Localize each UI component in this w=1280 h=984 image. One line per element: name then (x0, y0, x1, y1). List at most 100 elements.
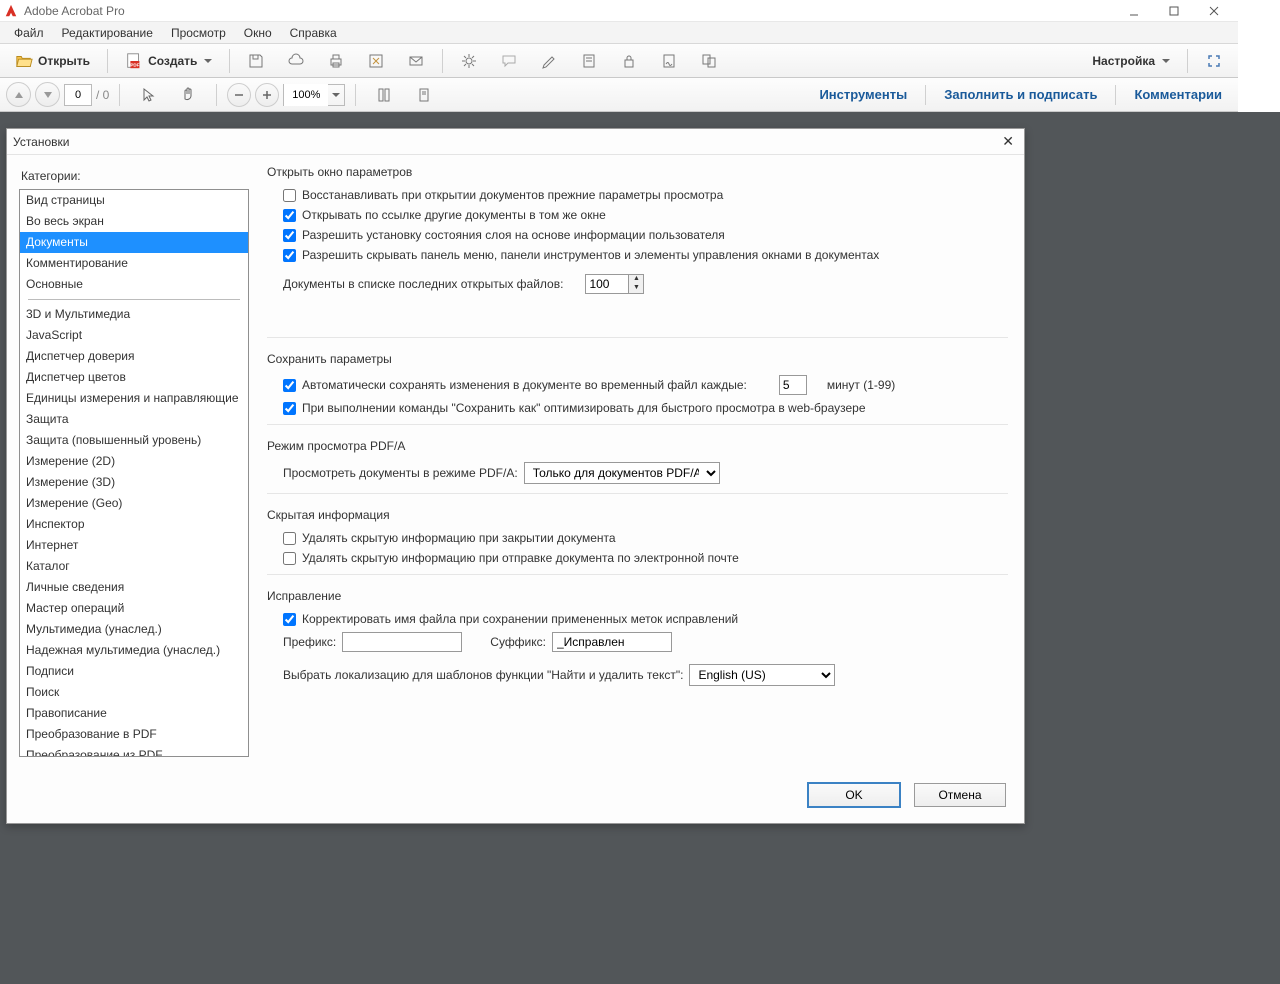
spinner-up[interactable]: ▲ (629, 275, 643, 284)
titlebar: Adobe Acrobat Pro (0, 0, 1238, 22)
email-button[interactable] (398, 48, 434, 74)
form-button[interactable] (571, 48, 607, 74)
save-button[interactable] (238, 48, 274, 74)
restore-view-checkbox[interactable] (283, 189, 296, 202)
category-item[interactable]: Измерение (Geo) (20, 493, 248, 514)
categories-listbox[interactable]: Вид страницы Во весь экран Документы Ком… (19, 189, 249, 757)
share-button[interactable] (358, 48, 394, 74)
fit-width-button[interactable] (406, 82, 442, 108)
category-item[interactable]: Личные сведения (20, 577, 248, 598)
category-item[interactable]: 3D и Мультимедиа (20, 304, 248, 325)
category-item[interactable]: Преобразование из PDF (20, 745, 248, 757)
comments-link[interactable]: Комментарии (1134, 87, 1222, 102)
category-item[interactable]: Диспетчер цветов (20, 367, 248, 388)
category-item[interactable]: Интернет (20, 535, 248, 556)
category-item[interactable]: Мультимедиа (унаслед.) (20, 619, 248, 640)
menu-view[interactable]: Просмотр (163, 24, 234, 42)
zoom-combo[interactable] (283, 84, 345, 106)
suffix-input[interactable] (552, 632, 672, 652)
menu-help[interactable]: Справка (282, 24, 345, 42)
cancel-button[interactable]: Отмена (914, 783, 1006, 807)
category-item[interactable]: Каталог (20, 556, 248, 577)
locale-select[interactable]: English (US) (689, 664, 835, 686)
category-item[interactable]: JavaScript (20, 325, 248, 346)
right-panel-links: Инструменты Заполнить и подписать Коммен… (819, 85, 1232, 105)
combine-button[interactable] (691, 48, 727, 74)
layer-state-checkbox[interactable] (283, 229, 296, 242)
maximize-button[interactable] (1154, 1, 1194, 21)
remove-on-email-checkbox[interactable] (283, 552, 296, 565)
customize-label: Настройка (1092, 54, 1155, 68)
chevron-down-icon (332, 93, 340, 97)
hide-menubar-checkbox[interactable] (283, 249, 296, 262)
create-button[interactable]: PDF Создать (116, 48, 221, 74)
tools-link[interactable]: Инструменты (819, 87, 907, 102)
comment-button[interactable] (491, 48, 527, 74)
toolbar-primary: Открыть PDF Создать Настройка (0, 44, 1238, 78)
link-separator (1115, 85, 1116, 105)
category-item-selected[interactable]: Документы (20, 232, 248, 253)
page-up-button[interactable] (6, 82, 31, 107)
adjust-filename-checkbox[interactable] (283, 613, 296, 626)
customize-button[interactable]: Настройка (1083, 48, 1179, 74)
category-item[interactable]: Мастер операций (20, 598, 248, 619)
category-item[interactable]: Комментирование (20, 253, 248, 274)
dialog-close-button[interactable]: ✕ (998, 133, 1018, 150)
toolbar-separator (216, 84, 217, 106)
menu-file[interactable]: Файл (6, 24, 52, 42)
category-item[interactable]: Измерение (2D) (20, 451, 248, 472)
checkbox-label: Удалять скрытую информацию при закрытии … (302, 531, 616, 545)
pdfa-mode-select[interactable]: Только для документов PDF/A (524, 462, 720, 484)
autosave-minutes-input[interactable] (779, 375, 807, 395)
category-item[interactable]: Инспектор (20, 514, 248, 535)
same-window-checkbox[interactable] (283, 209, 296, 222)
page-down-button[interactable] (35, 82, 60, 107)
category-item[interactable]: Защита (повышенный уровень) (20, 430, 248, 451)
category-item[interactable]: Преобразование в PDF (20, 724, 248, 745)
fit-page-button[interactable] (366, 82, 402, 108)
open-button[interactable]: Открыть (6, 48, 99, 74)
category-item[interactable]: Во весь экран (20, 211, 248, 232)
category-item[interactable]: Основные (20, 274, 248, 295)
category-item[interactable]: Вид страницы (20, 190, 248, 211)
category-item[interactable]: Единицы измерения и направляющие (20, 388, 248, 409)
category-item[interactable]: Поиск (20, 682, 248, 703)
close-button[interactable] (1194, 1, 1234, 21)
zoom-in-button[interactable] (255, 83, 279, 107)
page-number-input[interactable] (64, 84, 92, 106)
category-item[interactable]: Измерение (3D) (20, 472, 248, 493)
recent-files-spinner[interactable]: ▲▼ (585, 274, 644, 294)
fill-sign-link[interactable]: Заполнить и подписать (944, 87, 1097, 102)
pointer-tool[interactable] (130, 82, 166, 108)
settings-gear-button[interactable] (451, 48, 487, 74)
prefix-input[interactable] (342, 632, 462, 652)
zoom-out-button[interactable] (227, 83, 251, 107)
category-item[interactable]: Защита (20, 409, 248, 430)
menu-edit[interactable]: Редактирование (54, 24, 161, 42)
checkbox-label: Удалять скрытую информацию при отправке … (302, 551, 739, 565)
menu-window[interactable]: Окно (236, 24, 280, 42)
fullscreen-button[interactable] (1196, 48, 1232, 74)
pencil-icon (540, 52, 558, 70)
category-item[interactable]: Надежная мультимедиа (унаслед.) (20, 640, 248, 661)
create-pdf-icon: PDF (125, 52, 143, 70)
minimize-button[interactable] (1114, 1, 1154, 21)
sign-button[interactable] (651, 48, 687, 74)
document-icon (580, 52, 598, 70)
edit-text-button[interactable] (531, 48, 567, 74)
category-item[interactable]: Правописание (20, 703, 248, 724)
category-item[interactable]: Диспетчер доверия (20, 346, 248, 367)
recent-files-input[interactable] (585, 274, 629, 294)
autosave-checkbox[interactable] (283, 379, 296, 392)
ok-button[interactable]: OK (808, 783, 900, 807)
zoom-input[interactable] (284, 84, 328, 106)
hand-tool[interactable] (170, 82, 206, 108)
print-button[interactable] (318, 48, 354, 74)
optimize-web-checkbox[interactable] (283, 402, 296, 415)
protect-button[interactable] (611, 48, 647, 74)
remove-on-close-checkbox[interactable] (283, 532, 296, 545)
spinner-down[interactable]: ▼ (629, 284, 643, 293)
cloud-button[interactable] (278, 48, 314, 74)
category-item[interactable]: Подписи (20, 661, 248, 682)
open-label: Открыть (38, 54, 90, 68)
